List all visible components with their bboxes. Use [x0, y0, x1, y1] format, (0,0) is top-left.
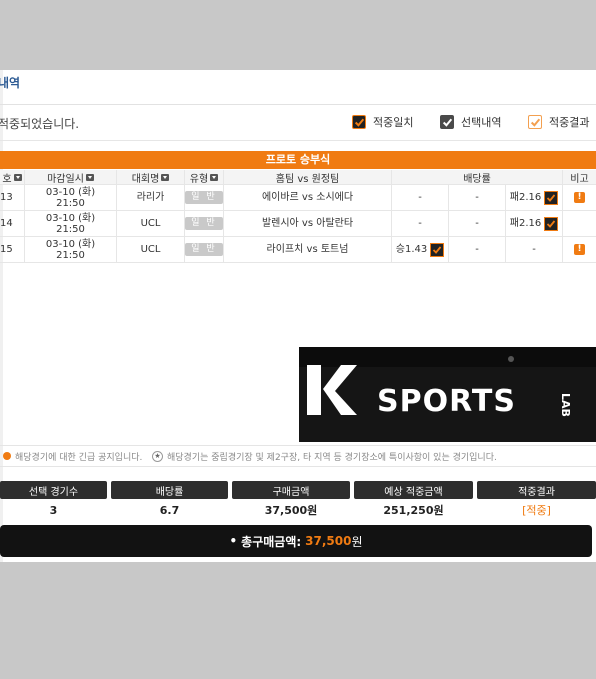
picked-odd: 승1.43 [396, 242, 445, 257]
summary-expected-value: 251,250원 [383, 504, 444, 517]
sort-dropdown-icon[interactable] [161, 173, 170, 181]
row-odd-win: - [418, 218, 422, 229]
summary-result-value: [적중] [522, 504, 551, 517]
type-badge: 일 반 [185, 243, 223, 256]
row-odd-lose: - [532, 244, 536, 255]
picked-odd: 패2.16 [510, 216, 559, 231]
match-check-icon [352, 115, 366, 129]
alert-icon[interactable]: ! [574, 192, 585, 203]
col-league[interactable]: 대회명 [117, 170, 185, 185]
row-no: 13 [0, 192, 13, 203]
row-match: 발렌시아 vs 아탈란타 [261, 218, 354, 229]
col-type[interactable]: 유형 [185, 170, 224, 185]
row-odd-draw: - [475, 192, 479, 203]
col-odds: 배당률 [392, 170, 563, 185]
row-odd-draw: - [475, 218, 479, 229]
panel-title: 내역 [0, 76, 21, 90]
game-title: 프로토 승부식 [0, 151, 596, 169]
legend-select-label: 선택내역 [461, 116, 502, 129]
summary-expected-header: 예상 적중금액 [354, 481, 473, 499]
row-type: 일 반 [185, 185, 223, 210]
row-note[interactable]: ! [563, 185, 596, 210]
urgent-note: 해당경기에 대한 긴급 공지입니다. [3, 450, 142, 463]
row-no: 14 [0, 218, 13, 229]
ticket-detail-panel: 내역 적중되었습니다. 적중일치 선택내역 적중결과 프로토 승부식 호 마감일… [0, 70, 596, 562]
ksports-lab-logo: SPORTS LAB [299, 347, 596, 442]
summary-purchase-header: 구매금액 [232, 481, 350, 499]
col-no[interactable]: 호 [0, 170, 25, 185]
row-league: UCL [140, 218, 161, 229]
match-check-icon [544, 216, 559, 231]
row-note[interactable] [563, 211, 596, 236]
alert-icon[interactable]: ! [574, 244, 585, 255]
venue-note: ★ 해당경기는 중립경기장 및 제2구장, 타 지역 등 경기장소에 특이사항이 … [152, 450, 497, 463]
legend-match: 적중일치 [352, 114, 413, 130]
row-deadline: 03-10 (화) 21:50 [45, 212, 96, 235]
row-odd-lose: 패2.16 [506, 211, 562, 236]
row-no: 15 [0, 244, 13, 255]
total-amount: 37,500 [305, 534, 352, 548]
row-league: 라리가 [136, 192, 165, 203]
total-purchase-bar: • 총구매금액: 37,500 원 [0, 525, 592, 557]
footer-notes: 해당경기에 대한 긴급 공지입니다. ★ 해당경기는 중립경기장 및 제2구장, … [0, 445, 596, 467]
row-divider [0, 262, 596, 263]
legend-match-label: 적중일치 [373, 116, 414, 129]
select-check-icon [440, 115, 454, 129]
col-teams: 홈팀 vs 원정팀 [224, 170, 392, 185]
row-odd-win: 승1.43 [392, 237, 448, 262]
summary-purchase-value: 37,500원 [264, 504, 318, 517]
col-deadline[interactable]: 마감일시 [25, 170, 117, 185]
total-unit: 원 [351, 534, 363, 549]
summary-games-header: 선택 경기수 [0, 481, 107, 499]
total-label: 총구매금액: [241, 534, 302, 549]
match-check-icon [544, 190, 559, 205]
row-type: 일 반 [185, 211, 223, 236]
summary-result-header: 적중결과 [477, 481, 596, 499]
row-odd-win: - [418, 192, 422, 203]
row-match: 라이프치 vs 토트넘 [266, 244, 349, 255]
sort-dropdown-icon[interactable] [85, 173, 94, 181]
sort-dropdown-icon[interactable] [13, 173, 22, 181]
row-note[interactable]: ! [563, 237, 596, 262]
legend-select: 선택내역 [440, 114, 501, 130]
sort-dropdown-icon[interactable] [210, 173, 219, 181]
row-odd-draw: - [475, 244, 479, 255]
type-badge: 일 반 [185, 217, 223, 230]
match-check-icon [430, 242, 445, 257]
summary-odds-header: 배당률 [111, 481, 228, 499]
picked-odd: 패2.16 [510, 190, 559, 205]
result-notice-row: 적중되었습니다. [0, 106, 596, 141]
row-odd-lose: 패2.16 [506, 185, 562, 210]
summary-odds-value: 6.7 [159, 503, 180, 517]
row-league: UCL [140, 244, 161, 255]
logo-sports-text: SPORTS [377, 384, 516, 419]
urgent-dot-icon [3, 452, 11, 460]
summary-games-value: 3 [49, 503, 58, 517]
row-type: 일 반 [185, 237, 223, 262]
col-note: 비고 [563, 170, 596, 185]
row-deadline: 03-10 (화) 21:50 [45, 186, 96, 209]
legend-result-label: 적중결과 [549, 116, 590, 129]
type-badge: 일 반 [185, 191, 223, 204]
row-deadline: 03-10 (화) 21:50 [45, 238, 96, 261]
total-bullet: • [229, 534, 238, 548]
result-message: 적중되었습니다. [0, 117, 80, 131]
panel-title-bar: 내역 [0, 70, 596, 105]
logo-lab-text: LAB [559, 393, 572, 417]
row-match: 에이바르 vs 소시에다 [261, 192, 354, 203]
result-check-icon [528, 115, 542, 129]
star-icon: ★ [152, 450, 163, 462]
legend-result: 적중결과 [528, 114, 589, 130]
